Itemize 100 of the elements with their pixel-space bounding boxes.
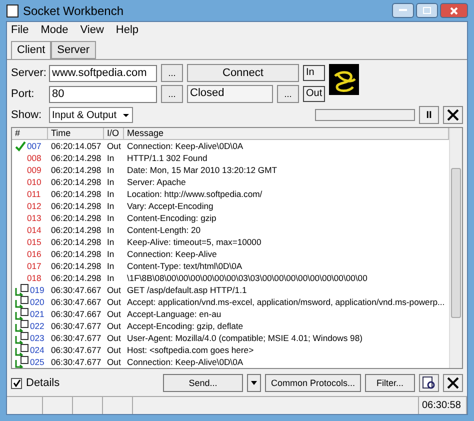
- io-cell-text: In: [106, 225, 116, 235]
- show-dropdown[interactable]: Input & Output: [49, 107, 133, 123]
- io-cell-text: In: [106, 165, 116, 175]
- time-cell-text: 06:30:47.667: [50, 297, 102, 307]
- message-cell-text: Connection: Keep-Alive: [126, 249, 218, 259]
- io-cell-text: In: [106, 273, 116, 283]
- time-cell-text: 06:20:14.298: [50, 189, 102, 199]
- connection-status-field: Closed: [187, 85, 273, 103]
- io-cell-text: Out: [106, 285, 122, 295]
- send-arrow-icon: [15, 344, 29, 356]
- message-cell-text: Content-Encoding: gzip: [126, 213, 218, 223]
- message-cell-text: User-Agent: Mozilla/4.0 (compatible; MSIE 4.01; Windows 98): [126, 333, 364, 343]
- row-number: 012: [26, 201, 42, 211]
- browse-button[interactable]: ...: [277, 85, 299, 103]
- row-number: 007: [12, 140, 48, 152]
- menu-item[interactable]: Help: [116, 24, 139, 35]
- details-label: Details: [26, 377, 60, 389]
- time-cell-text: 06:20:14.298: [50, 225, 102, 235]
- message-cell-text: Accept-Language: en-au: [126, 309, 222, 319]
- io-cell-text: In: [106, 153, 116, 163]
- message-cell-text: Vary: Accept-Encoding: [126, 201, 214, 211]
- message-cell-text: \1F\8B\08\00\00\00\00\00\00\03\03\00\00\00\00\00\00\00\00\00: [126, 273, 368, 283]
- menu-item[interactable]: Mode: [40, 24, 68, 35]
- checkmark-icon: [12, 379, 20, 387]
- io-cell-text: In: [106, 237, 116, 247]
- details-checkbox[interactable]: [11, 378, 22, 388]
- send-arrow-icon: [15, 296, 29, 308]
- clear-button[interactable]: [443, 106, 463, 124]
- time-cell-text: 06:20:14.298: [50, 165, 102, 175]
- row-number: 017: [26, 261, 42, 271]
- row-number: 018: [26, 273, 42, 283]
- row-number: 021: [12, 308, 48, 320]
- maximize-button[interactable]: [416, 3, 438, 18]
- io-cell-text: In: [106, 249, 116, 259]
- time-cell-text: 06:30:47.677: [50, 345, 102, 355]
- common-protocols-button[interactable]: Common Protocols...: [265, 374, 361, 392]
- column-header[interactable]: #: [12, 128, 48, 140]
- check-icon: [15, 140, 26, 152]
- message-cell-text: Accept: application/vnd.ms-excel, application/msword, application/vnd.ms-powerp...: [126, 297, 446, 307]
- io-cell-text: In: [106, 261, 116, 271]
- row-number: 015: [26, 237, 42, 247]
- io-cell-text: Out: [106, 345, 122, 355]
- close-icon: [450, 6, 458, 14]
- connect-button[interactable]: Connect: [187, 64, 299, 82]
- time-cell-text: 06:30:47.667: [50, 309, 102, 319]
- row-number: 023: [12, 332, 48, 344]
- message-cell-text: Connection: Keep-Alive\0D\0A: [126, 357, 244, 367]
- pause-button[interactable]: II: [419, 106, 439, 124]
- time-cell-text: 06:20:14.298: [50, 273, 102, 283]
- column-header[interactable]: Time: [48, 128, 104, 140]
- time-cell-text: 06:20:14.057: [50, 141, 102, 151]
- menu-item[interactable]: File: [11, 24, 29, 35]
- io-cell-text: In: [106, 189, 116, 199]
- io-cell-text: Out: [106, 357, 122, 367]
- message-cell-text: Keep-Alive: timeout=5, max=10000: [126, 237, 262, 247]
- row-number: 020: [12, 296, 48, 308]
- browse-button[interactable]: ...: [161, 64, 183, 82]
- row-number: 010: [26, 177, 42, 187]
- io-cell-text: Out: [106, 309, 122, 319]
- time-cell-text: 06:20:14.298: [50, 153, 102, 163]
- time-cell-text: 06:20:14.298: [50, 261, 102, 271]
- browse-button[interactable]: ...: [161, 85, 183, 103]
- io-cell-text: In: [106, 177, 116, 187]
- scrollbar[interactable]: [449, 128, 462, 368]
- server-field[interactable]: www.softpedia.com: [49, 64, 157, 82]
- message-cell-text: Host: <softpedia.com goes here>: [126, 345, 255, 355]
- message-cell-text: HTTP/1.1 302 Found: [126, 153, 208, 163]
- time-cell-text: 06:20:14.298: [50, 177, 102, 187]
- time-cell-text: 06:30:47.667: [50, 285, 102, 295]
- send-arrow-icon: [15, 320, 29, 332]
- tab[interactable]: Server: [51, 41, 96, 59]
- port-field[interactable]: 80: [49, 86, 157, 102]
- io-cell-text: In: [106, 213, 116, 223]
- message-cell-text: Accept-Encoding: gzip, deflate: [126, 321, 244, 331]
- row-number: 025: [12, 356, 48, 368]
- time-cell-text: 06:20:14.298: [50, 213, 102, 223]
- tab[interactable]: Client: [11, 41, 52, 59]
- row-number: 013: [26, 213, 42, 223]
- status-time: 06:30:58: [422, 400, 461, 411]
- minimize-button[interactable]: [392, 3, 414, 18]
- out-indicator: Out: [303, 86, 325, 102]
- row-number: 009: [26, 165, 42, 175]
- io-cell-text: Out: [106, 321, 122, 331]
- send-button[interactable]: Send...: [163, 374, 243, 392]
- row-number: 011: [26, 189, 42, 199]
- find-button[interactable]: [419, 374, 439, 392]
- send-arrow-icon: [15, 284, 29, 296]
- column-header[interactable]: Message: [124, 128, 449, 140]
- time-cell-text: 06:30:47.677: [50, 357, 102, 367]
- message-cell-text: Location: http://www.softpedia.com/: [126, 189, 264, 199]
- column-header[interactable]: I/O: [104, 128, 124, 140]
- row-number: 024: [12, 344, 48, 356]
- menu-item[interactable]: View: [80, 24, 104, 35]
- io-cell-text: Out: [106, 333, 122, 343]
- time-cell-text: 06:20:14.298: [50, 249, 102, 259]
- maximize-icon: [423, 7, 431, 14]
- filter-button[interactable]: Filter...: [365, 374, 415, 392]
- close-button[interactable]: [440, 3, 468, 18]
- clear-button[interactable]: [443, 374, 463, 392]
- send-dropdown-button[interactable]: [247, 374, 261, 392]
